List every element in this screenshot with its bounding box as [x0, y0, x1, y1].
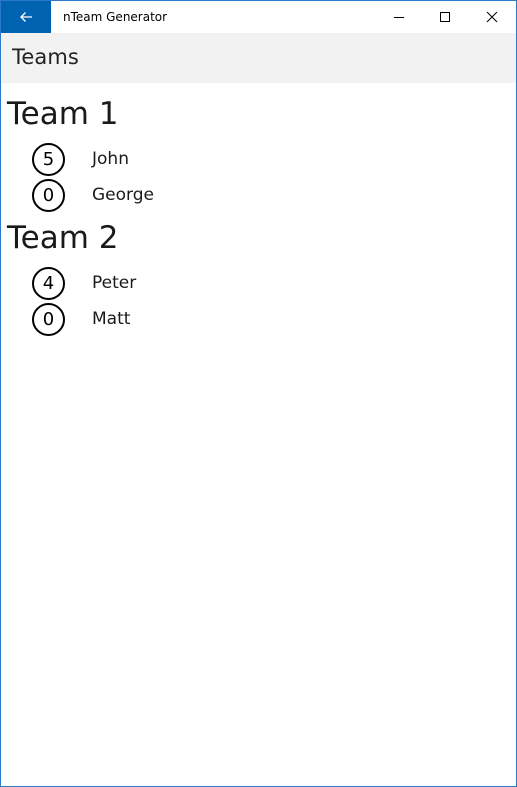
team-member-row[interactable]: 4 Peter	[32, 266, 136, 300]
minimize-icon	[394, 17, 404, 18]
team-heading: Team 2	[7, 220, 119, 256]
member-name: John	[92, 149, 129, 169]
app-title: nTeam Generator	[63, 10, 168, 24]
back-button[interactable]	[1, 1, 51, 33]
title-bar: nTeam Generator	[1, 1, 516, 33]
close-icon	[486, 11, 498, 23]
member-name: George	[92, 185, 154, 205]
team-heading: Team 1	[7, 96, 119, 132]
maximize-icon	[440, 12, 450, 22]
score-badge: 0	[32, 302, 65, 336]
member-name: Matt	[92, 309, 131, 329]
score-badge: 5	[32, 142, 65, 176]
team-member-row[interactable]: 0 George	[32, 178, 154, 212]
team-member-row[interactable]: 5 John	[32, 142, 129, 176]
member-name: Peter	[92, 273, 137, 293]
team-member-row[interactable]: 0 Matt	[32, 302, 130, 336]
page-header: Teams	[1, 33, 516, 83]
app-window: nTeam Generator Teams Team 1 5 John 0 Ge…	[0, 0, 517, 787]
score-badge: 0	[32, 178, 65, 212]
arrow-left-icon	[20, 12, 32, 22]
close-button[interactable]	[469, 1, 515, 33]
score-badge: 4	[32, 266, 65, 300]
maximize-button[interactable]	[422, 1, 468, 33]
minimize-button[interactable]	[376, 1, 422, 33]
page-title: Teams	[12, 45, 79, 69]
